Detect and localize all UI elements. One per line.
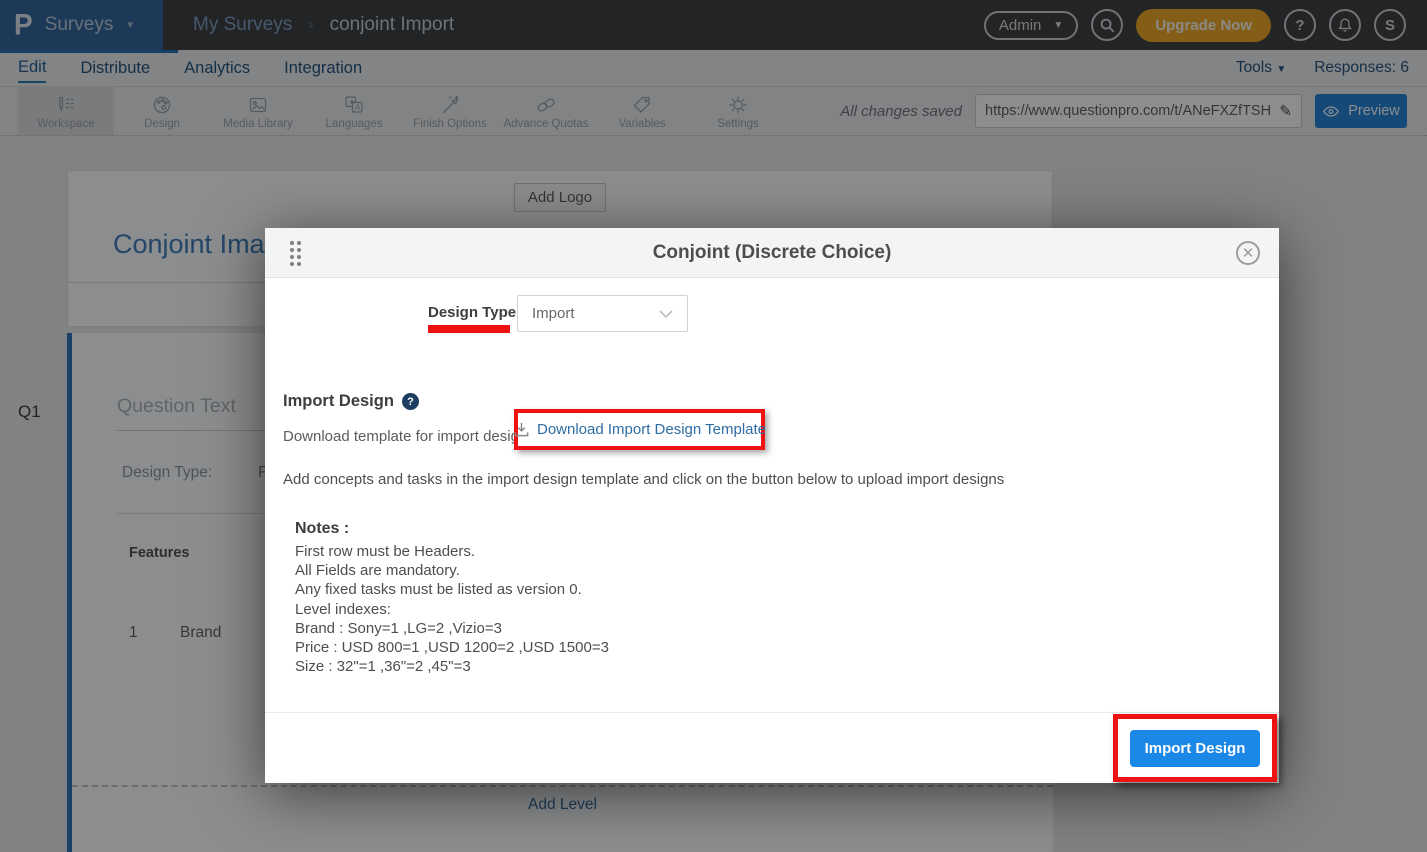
help-glyph: ? xyxy=(407,396,414,408)
import-button-red-annotation: Import Design xyxy=(1113,714,1277,782)
modal-title: Conjoint (Discrete Choice) xyxy=(653,242,892,264)
note-line: Any fixed tasks must be listed as versio… xyxy=(295,581,582,598)
download-template-prompt: Download template for import design xyxy=(283,428,527,445)
import-design-heading-text: Import Design xyxy=(283,392,394,411)
notes-title: Notes : xyxy=(295,520,349,538)
design-type-red-annotation xyxy=(428,325,510,333)
download-link-red-annotation: Download Import Design Template xyxy=(514,409,765,450)
note-line: Brand : Sony=1 ,LG=2 ,Vizio=3 xyxy=(295,620,502,637)
chevron-down-icon xyxy=(659,310,673,318)
import-design-button[interactable]: Import Design xyxy=(1130,730,1260,767)
download-icon xyxy=(513,421,530,438)
note-line: Level indexes: xyxy=(295,601,391,618)
import-design-heading: Import Design ? xyxy=(283,392,419,411)
note-line: Size : 32"=1 ,36"=2 ,45"=3 xyxy=(295,658,471,675)
design-type-selected-value: Import xyxy=(532,305,659,322)
conjoint-settings-modal: Conjoint (Discrete Choice) ✕ Design Type… xyxy=(265,228,1279,783)
questionpro-app: P Surveys ▼ My Surveys › conjoint Import… xyxy=(0,0,1427,852)
modal-design-type-label: Design Type xyxy=(428,304,516,321)
note-line: All Fields are mandatory. xyxy=(295,562,460,579)
design-type-select[interactable]: Import xyxy=(517,295,688,332)
help-circle-icon[interactable]: ? xyxy=(402,393,419,410)
import-instructions: Add concepts and tasks in the import des… xyxy=(283,471,1004,488)
modal-header: Conjoint (Discrete Choice) ✕ xyxy=(265,228,1279,278)
drag-handle-icon[interactable] xyxy=(290,241,301,266)
note-line: Price : USD 800=1 ,USD 1200=2 ,USD 1500=… xyxy=(295,639,609,656)
close-icon[interactable]: ✕ xyxy=(1236,241,1260,265)
close-glyph: ✕ xyxy=(1242,246,1255,261)
download-template-link[interactable]: Download Import Design Template xyxy=(537,421,766,438)
modal-footer-divider xyxy=(265,712,1279,713)
note-line: First row must be Headers. xyxy=(295,543,475,560)
